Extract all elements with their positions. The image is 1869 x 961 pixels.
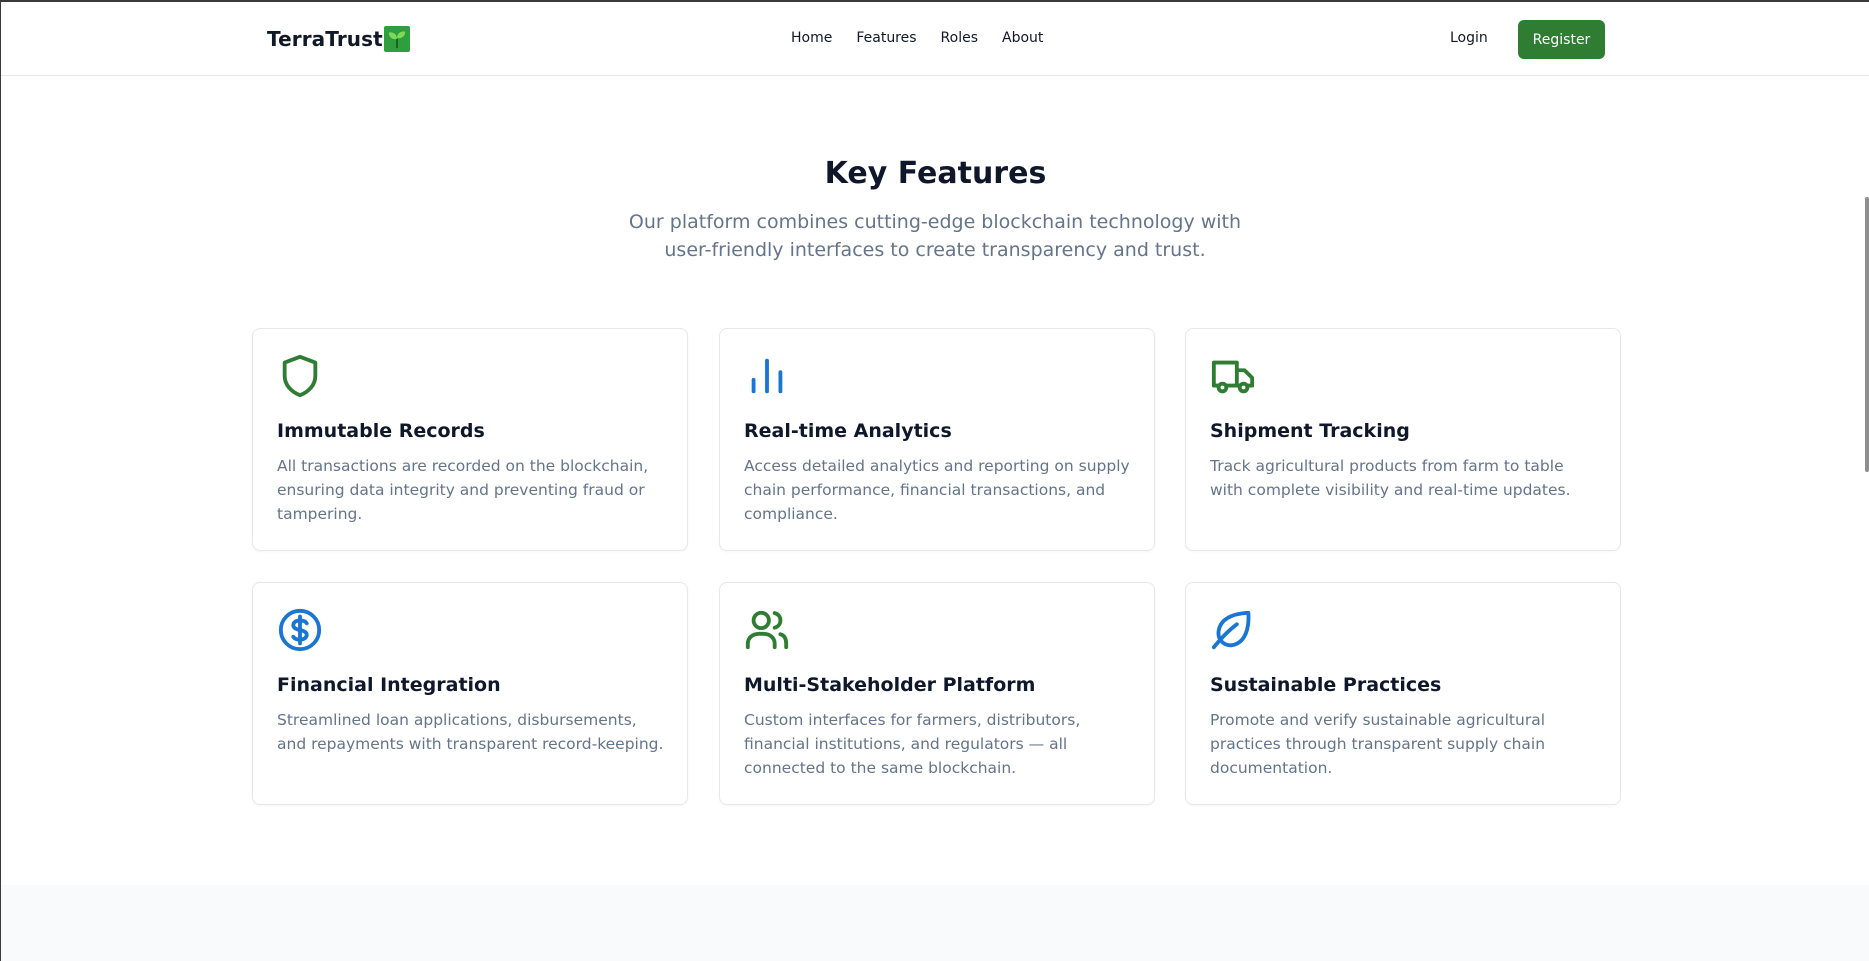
nav-link-home[interactable]: Home <box>791 30 832 46</box>
scrollbar-thumb[interactable] <box>1865 197 1869 472</box>
card-title: Real-time Analytics <box>744 420 952 442</box>
card-title: Multi-Stakeholder Platform <box>744 674 1036 696</box>
feature-card-sustainable-practices: Sustainable Practices Promote and verify… <box>1185 582 1621 805</box>
seedling-icon <box>383 26 410 52</box>
login-link[interactable]: Login <box>1450 30 1488 46</box>
next-section-background <box>1 885 1869 961</box>
brand-logo[interactable]: TerraTrust <box>267 26 410 52</box>
card-title: Financial Integration <box>277 674 501 696</box>
truck-icon <box>1210 353 1256 399</box>
feature-card-multi-stakeholder-platform: Multi-Stakeholder Platform Custom interf… <box>719 582 1155 805</box>
feature-card-financial-integration: Financial Integration Streamlined loan a… <box>252 582 688 805</box>
card-description: All transactions are recorded on the blo… <box>277 457 649 523</box>
card-description: Track agricultural products from farm to… <box>1210 457 1571 499</box>
feature-card-immutable-records: Immutable Records All transactions are r… <box>252 328 688 551</box>
section-subtitle: Our platform combines cutting-edge block… <box>628 211 1242 261</box>
card-description: Custom interfaces for farmers, distribut… <box>744 711 1081 777</box>
card-description: Access detailed analytics and reporting … <box>744 457 1130 523</box>
card-title: Shipment Tracking <box>1210 420 1410 442</box>
page: TerraTrust Home Features Roles About Log… <box>0 0 1869 961</box>
bar-chart-icon <box>744 353 790 399</box>
dollar-circle-icon <box>277 607 323 653</box>
brand-name: TerraTrust <box>267 27 383 51</box>
feature-card-shipment-tracking: Shipment Tracking Track agricultural pro… <box>1185 328 1621 551</box>
users-icon <box>744 607 790 653</box>
leaf-icon <box>1210 607 1256 653</box>
nav-link-features[interactable]: Features <box>856 30 916 46</box>
register-button[interactable]: Register <box>1518 20 1605 59</box>
feature-card-real-time-analytics: Real-time Analytics Access detailed anal… <box>719 328 1155 551</box>
card-title: Immutable Records <box>277 420 485 442</box>
nav-link-about[interactable]: About <box>1002 30 1043 46</box>
card-description: Promote and verify sustainable agricultu… <box>1210 711 1546 777</box>
nav-links: Home Features Roles About <box>791 30 1067 46</box>
shield-icon <box>277 353 323 399</box>
section-title: Key Features <box>824 156 1047 191</box>
nav-link-roles[interactable]: Roles <box>941 30 978 46</box>
card-description: Streamlined loan applications, disbursem… <box>277 711 664 753</box>
navbar: TerraTrust Home Features Roles About Log… <box>1 2 1869 76</box>
card-title: Sustainable Practices <box>1210 674 1442 696</box>
